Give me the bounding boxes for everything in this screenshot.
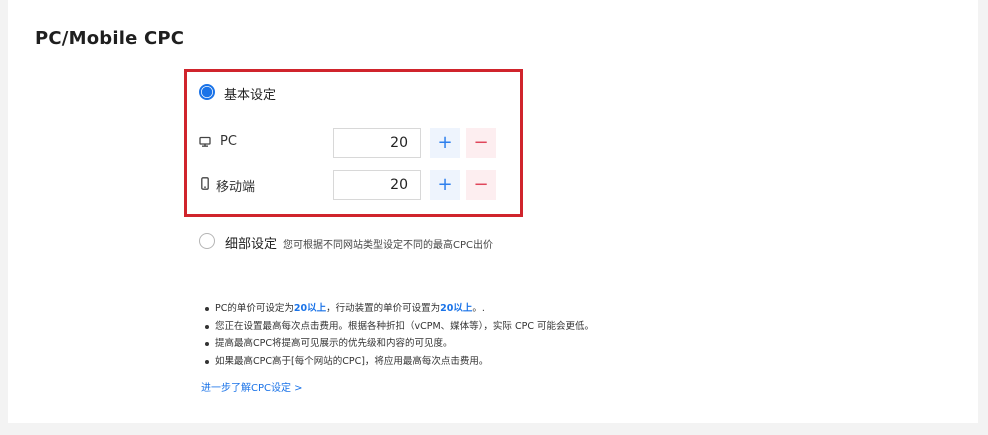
basic-setting-label: 基本设定 bbox=[224, 88, 277, 103]
monitor-icon bbox=[199, 136, 211, 147]
pc-decrement-button[interactable]: − bbox=[466, 128, 496, 158]
note-item: 如果最高CPC高于[每个网站的CPC]，将应用最高每次点击费用。 bbox=[201, 353, 594, 371]
pc-label: PC bbox=[220, 134, 237, 149]
pc-cpc-input[interactable] bbox=[333, 128, 421, 158]
detail-setting-description: 您可根据不同网站类型设定不同的最高CPC出价 bbox=[283, 240, 493, 251]
basic-setting-radio[interactable] bbox=[199, 84, 215, 100]
pc-increment-button[interactable]: + bbox=[430, 128, 460, 158]
detail-setting-radio[interactable] bbox=[199, 233, 215, 249]
mobile-increment-button[interactable]: + bbox=[430, 170, 460, 200]
note-item: PC的单价可设定为20以上，行动装置的单价可设置为20以上。. bbox=[201, 300, 594, 318]
detail-setting-label: 细部设定 bbox=[225, 237, 278, 252]
phone-icon bbox=[201, 177, 209, 190]
mobile-cpc-input[interactable] bbox=[333, 170, 421, 200]
cpc-panel: PC/Mobile CPC 基本设定 PC + − 移动端 + − 细部设定 您… bbox=[8, 0, 978, 423]
mobile-decrement-button[interactable]: − bbox=[466, 170, 496, 200]
mobile-label: 移动端 bbox=[216, 180, 256, 195]
notes-list: PC的单价可设定为20以上，行动装置的单价可设置为20以上。. 您正在设置最高每… bbox=[201, 300, 594, 370]
note-item: 提高最高CPC将提高可见展示的优先级和内容的可见度。 bbox=[201, 335, 594, 353]
learn-more-cpc-link[interactable]: 进一步了解CPC设定 > bbox=[201, 379, 303, 394]
section-title: PC/Mobile CPC bbox=[35, 28, 185, 49]
note-item: 您正在设置最高每次点击费用。根据各种折扣（vCPM、媒体等），实际 CPC 可能… bbox=[201, 318, 594, 336]
